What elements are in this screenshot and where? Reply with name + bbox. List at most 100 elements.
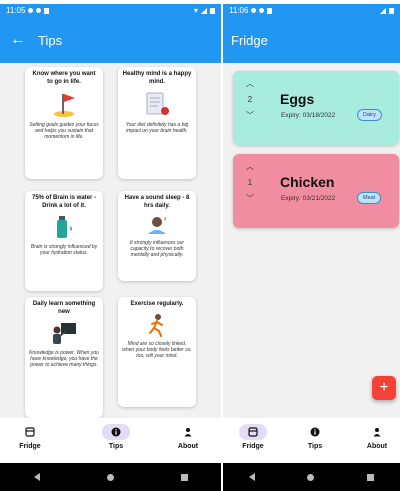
teacher-board-icon (53, 323, 76, 344)
tip-title: 75% of Brain is water - Drink a lot of i… (31, 195, 97, 209)
tip-card[interactable]: Healthy mind is a happy mind. Your diet … (118, 67, 196, 179)
fridge-icon (248, 427, 258, 437)
nav-pill-active (239, 424, 267, 440)
category-tag: Meat (357, 192, 382, 204)
system-back-icon[interactable] (249, 473, 256, 481)
settings-status-icon (251, 8, 257, 13)
back-arrow-icon[interactable]: ← (10, 31, 26, 49)
running-person-icon (149, 313, 163, 337)
flag-goal-icon (54, 94, 75, 117)
tip-title: Know where you want to go in life. (32, 71, 96, 85)
status-time: 11:06 (229, 6, 249, 15)
tip-title: Exercise regularly. (130, 301, 184, 307)
nav-pill-active (102, 424, 130, 440)
food-card[interactable]: ︿ 2 ﹀ Eggs Expiry: 03/18/2022 Dairy (233, 71, 399, 145)
tip-body: Your diet definitely has a big impact on… (125, 122, 189, 135)
fridge-screen: 11:06 ◢ Fridge ︿ 2 ﹀ Eggs Expiry: 03/18/… (223, 0, 400, 491)
add-food-button[interactable]: + (372, 376, 396, 400)
nav-label: About (177, 443, 199, 450)
person-icon (373, 428, 381, 437)
nav-label: Fridge (19, 443, 41, 450)
nav-item-tips[interactable]: Tips (86, 424, 146, 450)
fridge-list: ︿ 2 ﹀ Eggs Expiry: 03/18/2022 Dairy ︿ 1 … (223, 63, 400, 418)
system-recents-icon[interactable] (180, 473, 188, 481)
tip-body: It strongly influences our capacity to r… (129, 240, 185, 259)
info-icon (310, 427, 320, 437)
person-icon (184, 428, 192, 437)
nav-label: Fridge (242, 443, 264, 450)
wifi-icon: ▾ (193, 6, 198, 15)
settings-status-icon (28, 8, 34, 13)
system-back-icon[interactable] (33, 473, 40, 481)
chevron-up-icon[interactable]: ︿ (243, 79, 257, 89)
sleeping-person-icon: z (148, 216, 167, 234)
system-recents-icon[interactable] (366, 473, 374, 481)
food-name: Eggs (280, 91, 315, 107)
quantity-value: 2 (247, 95, 253, 104)
signal-icon: ◢ (379, 6, 386, 15)
nav-item-tips[interactable]: Tips (285, 424, 345, 450)
page-title: Tips (38, 32, 63, 48)
sim-status-icon (44, 7, 50, 14)
food-expiry: Expiry: 03/18/2022 (281, 112, 336, 119)
tip-body: Mind are so closely linked, when your bo… (122, 340, 192, 359)
status-time: 11:05 (6, 6, 26, 15)
tips-grid: Know where you want to go in life. Setti… (0, 63, 221, 418)
quantity-value: 1 (247, 178, 253, 187)
nav-pill (16, 424, 44, 440)
bottom-navigation: Fridge Tips About (0, 418, 221, 463)
app-bar: Fridge (223, 17, 400, 63)
nav-label: Tips (307, 443, 323, 450)
tips-screen: 11:05 ▾ ◢ ← Tips Know where you want to … (0, 0, 221, 491)
fridge-icon (25, 427, 35, 437)
page-title: Fridge (231, 32, 268, 48)
notification-status-icon (36, 8, 42, 13)
nav-pill (301, 424, 329, 440)
food-card[interactable]: ︿ 1 ﹀ Chicken Expiry: 03/21/2022 Meat (233, 154, 399, 228)
tip-body: Knowledge is power. When you have knowle… (29, 350, 99, 369)
quantity-stepper: ︿ 2 ﹀ (243, 79, 257, 121)
nav-label: Tips (108, 443, 124, 450)
tip-title: Have a sound sleep - 8 hrs daily. (124, 195, 190, 209)
tip-title: Daily learn something new (32, 301, 96, 315)
category-tag: Dairy (357, 109, 382, 121)
status-bar: 11:05 ▾ ◢ (0, 4, 221, 17)
tip-body: Setting goals guides your focus and help… (29, 122, 99, 141)
system-navigation-bar (0, 463, 221, 491)
nav-pill (174, 424, 202, 440)
chevron-down-icon[interactable]: ﹀ (243, 111, 257, 121)
food-expiry: Expiry: 03/21/2022 (281, 195, 336, 202)
chevron-up-icon[interactable]: ︿ (243, 162, 257, 172)
info-icon (111, 427, 121, 437)
tip-card[interactable]: Daily learn something new Knowledge is p… (25, 297, 103, 418)
tip-card[interactable]: 75% of Brain is water - Drink a lot of i… (25, 191, 103, 291)
tip-card[interactable]: Know where you want to go in life. Setti… (25, 67, 103, 179)
system-home-icon[interactable] (106, 473, 114, 481)
system-home-icon[interactable] (307, 473, 315, 481)
system-navigation-bar (223, 463, 400, 491)
nav-pill (363, 424, 391, 440)
tip-body: Brain is strongly influenced by your hyd… (30, 244, 98, 257)
status-bar: 11:06 ◢ (223, 4, 400, 17)
battery-icon (389, 7, 394, 14)
tip-title: Healthy mind is a happy mind. (122, 71, 192, 85)
quantity-stepper: ︿ 1 ﹀ (243, 162, 257, 204)
food-name: Chicken (280, 174, 335, 190)
bottom-navigation: Fridge Tips About (223, 418, 400, 463)
nav-item-fridge[interactable]: Fridge (0, 424, 60, 450)
tip-card[interactable]: Exercise regularly. Mind are so closely … (118, 297, 196, 407)
notebook-apple-icon (146, 92, 169, 115)
nav-item-about[interactable]: About (347, 424, 400, 450)
chevron-down-icon[interactable]: ﹀ (243, 194, 257, 204)
signal-icon: ◢ (200, 6, 207, 15)
water-bottle-icon (57, 216, 72, 238)
sim-status-icon (267, 7, 273, 14)
nav-label: About (366, 443, 388, 450)
svg-text:z: z (164, 216, 167, 222)
app-bar: ← Tips (0, 17, 221, 63)
tip-card[interactable]: Have a sound sleep - 8 hrs daily. z It s… (118, 191, 196, 281)
nav-item-fridge[interactable]: Fridge (223, 424, 283, 450)
nav-item-about[interactable]: About (158, 424, 218, 450)
notification-status-icon (259, 8, 265, 13)
battery-icon (210, 7, 215, 14)
